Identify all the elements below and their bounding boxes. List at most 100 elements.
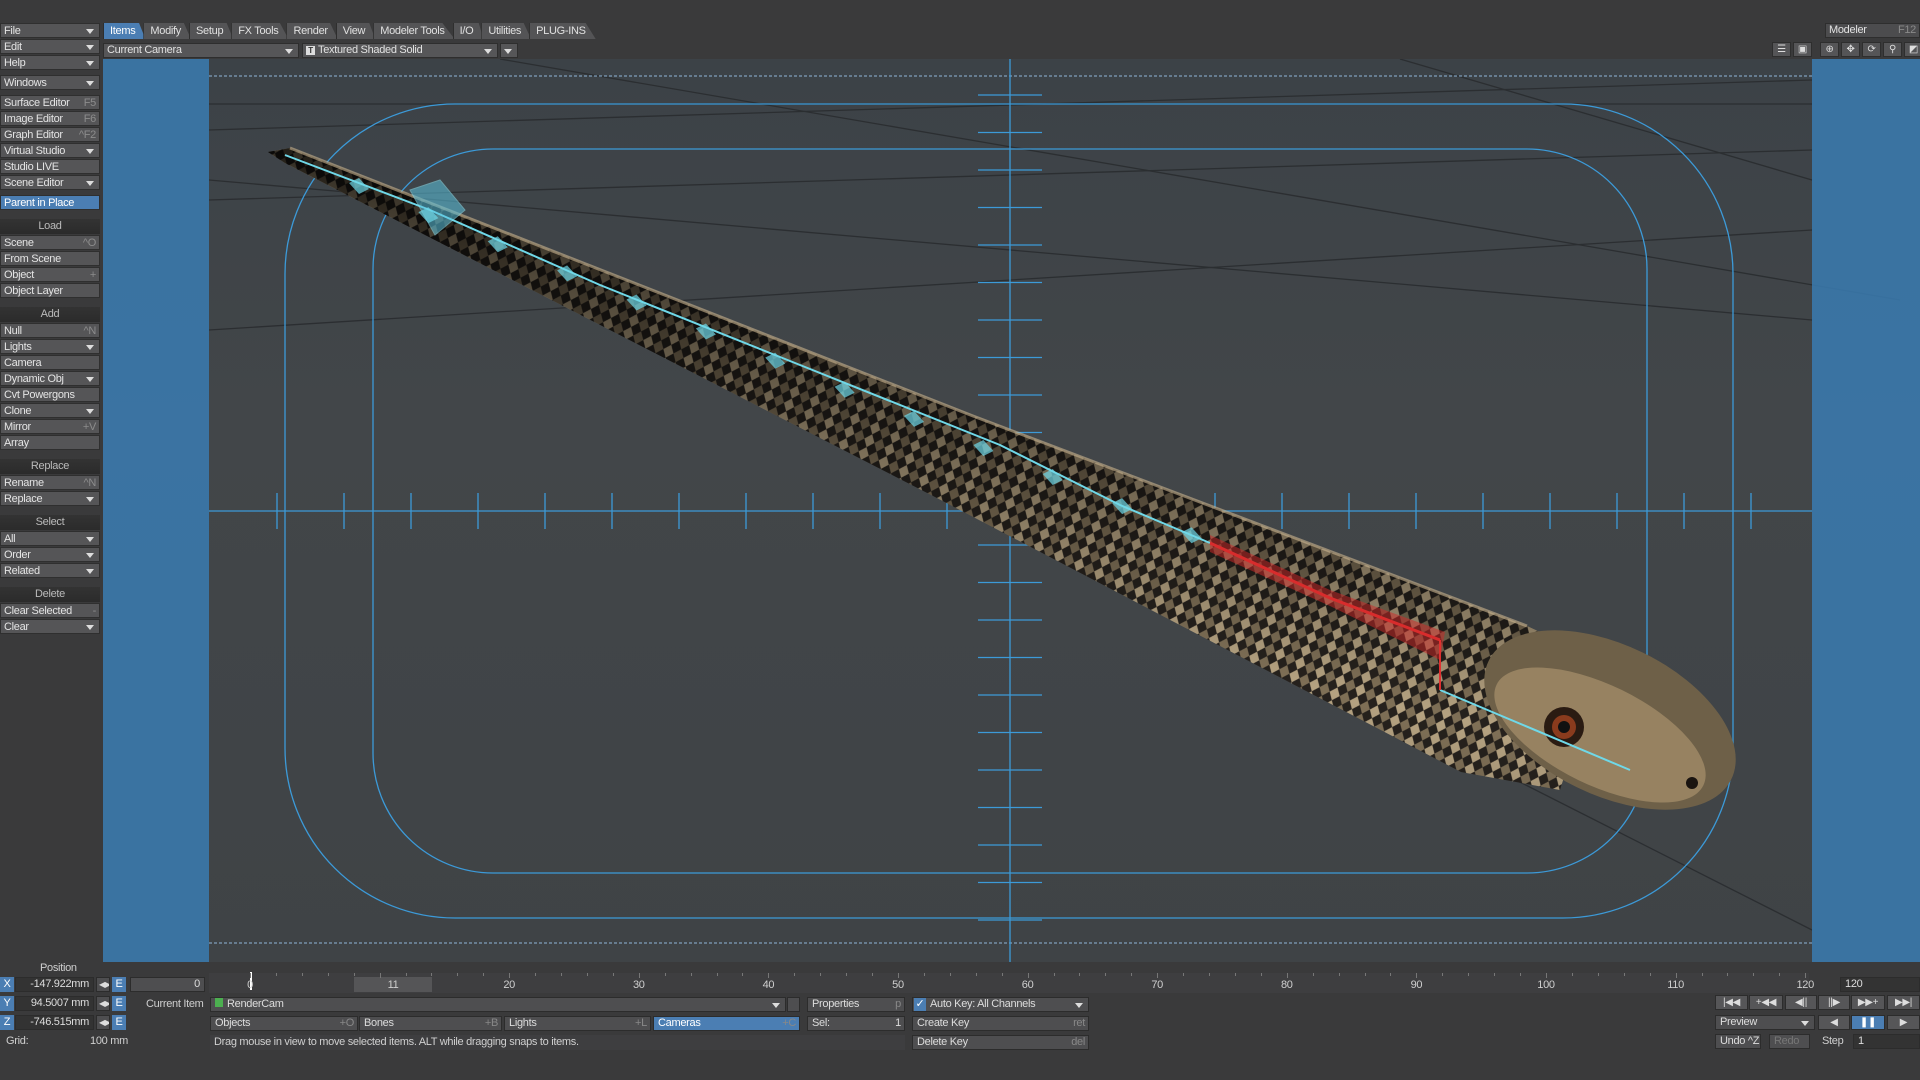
play-reverse-button[interactable]: ◀ — [1818, 1015, 1850, 1030]
redo-button[interactable]: Redo — [1769, 1034, 1810, 1049]
modeler-label: Modeler — [1829, 24, 1867, 36]
drag-slider-icon[interactable]: ◀▶ — [96, 996, 110, 1011]
pause-button[interactable]: ❚❚ — [1851, 1015, 1885, 1030]
position-z-field[interactable]: -746.515mm — [15, 1015, 94, 1030]
timeline-tick — [846, 973, 848, 976]
tab-modeler-tools[interactable]: Modeler Tools — [373, 23, 455, 39]
menu-item-help[interactable]: Help — [0, 55, 100, 70]
menu-item-surface-editor[interactable]: Surface Editor F5 — [0, 95, 100, 110]
menu-item-object[interactable]: Object + — [0, 267, 100, 282]
timeline-tick — [457, 973, 459, 976]
menu-item-studio-live[interactable]: Studio LIVE — [0, 159, 100, 174]
list-icon[interactable]: ☰ — [1772, 42, 1791, 57]
undo-button[interactable]: Undo ^Z — [1715, 1034, 1761, 1049]
filter-bones-button[interactable]: Bones +B — [359, 1016, 502, 1031]
menu-item-null[interactable]: Null ^N — [0, 323, 100, 338]
envelope-button[interactable]: E — [112, 996, 126, 1011]
menu-item-all[interactable]: All — [0, 531, 100, 546]
delete-key-button[interactable]: Delete Key del — [912, 1035, 1089, 1050]
move-view-icon[interactable]: ⊕ — [1820, 42, 1839, 57]
tab-modify[interactable]: Modify — [143, 23, 192, 39]
menu-item-clear-selected[interactable]: Clear Selected - — [0, 603, 100, 618]
render-options-dropdown[interactable] — [500, 43, 518, 58]
render-mode-select[interactable]: T Textured Shaded Solid — [302, 43, 498, 58]
menu-item-order[interactable]: Order — [0, 547, 100, 562]
menu-item-scene[interactable]: Scene ^O — [0, 235, 100, 250]
create-key-button[interactable]: Create Key ret — [912, 1016, 1089, 1031]
timeline-tick — [1157, 973, 1159, 978]
menu-item-clear[interactable]: Clear — [0, 619, 100, 634]
menu-item-clone[interactable]: Clone — [0, 403, 100, 418]
drag-slider-icon[interactable]: ◀▶ — [96, 977, 110, 992]
go-to-end-button[interactable]: ▶▶| — [1887, 995, 1920, 1010]
menu-item-lights[interactable]: Lights — [0, 339, 100, 354]
camera-viewport[interactable] — [103, 59, 1920, 962]
tab-utilities[interactable]: Utilities — [481, 23, 532, 39]
current-item-select[interactable]: RenderCam — [210, 997, 786, 1012]
menu-item-virtual-studio[interactable]: Virtual Studio — [0, 143, 100, 158]
menu-item-parent-in-place[interactable]: Parent in Place — [0, 195, 100, 210]
menu-item-cvt-powergons[interactable]: Cvt Powergons — [0, 387, 100, 402]
create-key-label: Create Key — [917, 1017, 970, 1029]
menu-item-related[interactable]: Related — [0, 563, 100, 578]
next-frame-button[interactable]: ||▶ — [1818, 995, 1850, 1010]
timeline-tick — [1623, 973, 1625, 976]
tab-items[interactable]: Items — [103, 23, 146, 39]
previous-key-button[interactable]: +◀◀ — [1749, 995, 1783, 1010]
filter-objects-button[interactable]: Objects +O — [210, 1016, 358, 1031]
filter-lights-button[interactable]: Lights +L — [504, 1016, 651, 1031]
modeler-button[interactable]: Modeler F12 — [1825, 23, 1920, 38]
menu-item-file[interactable]: File — [0, 23, 100, 38]
play-button[interactable]: ▶ — [1887, 1015, 1920, 1030]
rotate-view-icon[interactable]: ⟳ — [1862, 42, 1881, 57]
tab-render[interactable]: Render — [286, 23, 338, 39]
menu-item-shortcut: ^N — [83, 325, 96, 337]
filter-cameras-button[interactable]: Cameras +C — [653, 1016, 800, 1031]
position-x-field[interactable]: -147.922mm — [15, 977, 94, 992]
menu-item-graph-editor[interactable]: Graph Editor ^F2 — [0, 127, 100, 142]
next-key-button[interactable]: ▶▶+ — [1851, 995, 1885, 1010]
menu-item-rename[interactable]: Rename ^N — [0, 475, 100, 490]
timeline-slider[interactable] — [209, 973, 1809, 993]
menu-item-mirror[interactable]: Mirror +V — [0, 419, 100, 434]
maximize-icon[interactable]: ◩ — [1904, 42, 1920, 57]
menu-item-image-editor[interactable]: Image Editor F6 — [0, 111, 100, 126]
delete-key-label: Delete Key — [917, 1036, 968, 1048]
properties-button[interactable]: Properties p — [807, 997, 905, 1012]
tab-fx-tools[interactable]: FX Tools — [231, 23, 289, 39]
menu-item-windows[interactable]: Windows — [0, 75, 100, 90]
filter-label: Cameras — [658, 1017, 701, 1029]
menu-item-object-layer[interactable]: Object Layer — [0, 283, 100, 298]
envelope-button[interactable]: E — [112, 977, 126, 992]
auto-key-checkbox[interactable]: ✓ — [914, 998, 926, 1011]
item-info-button[interactable] — [787, 997, 800, 1012]
end-frame-field[interactable]: 120 — [1840, 977, 1920, 992]
menu-item-scene-editor[interactable]: Scene Editor — [0, 175, 100, 190]
timeline-tick — [1338, 973, 1340, 976]
menu-item-replace[interactable]: Replace — [0, 491, 100, 506]
menu-item-camera[interactable]: Camera — [0, 355, 100, 370]
step-field[interactable]: 1 — [1853, 1034, 1920, 1049]
menu-item-shortcut: - — [92, 605, 97, 617]
menu-item-edit[interactable]: Edit — [0, 39, 100, 54]
menu-item-dynamic-obj[interactable]: Dynamic Obj — [0, 371, 100, 386]
menu-item-label: Edit — [4, 41, 22, 53]
preview-select[interactable]: Preview — [1715, 1015, 1815, 1030]
current-frame-field[interactable]: 0 — [130, 977, 205, 992]
view-select[interactable]: Current Camera — [103, 43, 299, 58]
previous-frame-button[interactable]: ◀|| — [1785, 995, 1817, 1010]
envelope-button[interactable]: E — [112, 1015, 126, 1030]
menu-item-from-scene[interactable]: From Scene — [0, 251, 100, 266]
pan-icon[interactable]: ✥ — [1841, 42, 1860, 57]
tab-view[interactable]: View — [335, 23, 376, 39]
drag-slider-icon[interactable]: ◀▶ — [96, 1015, 110, 1030]
menu-item-array[interactable]: Array — [0, 435, 100, 450]
zoom-icon[interactable]: ⚲ — [1883, 42, 1902, 57]
tab-i-o[interactable]: I/O — [452, 23, 484, 39]
auto-key-select[interactable]: ✓ Auto Key: All Channels — [912, 997, 1089, 1012]
tab-setup[interactable]: Setup — [189, 23, 234, 39]
go-to-start-button[interactable]: |◀◀ — [1715, 995, 1748, 1010]
position-y-field[interactable]: 94.5007 mm — [15, 996, 94, 1011]
tab-plug-ins[interactable]: PLUG-INS — [529, 23, 596, 39]
save-view-icon[interactable]: ▣ — [1793, 42, 1812, 57]
